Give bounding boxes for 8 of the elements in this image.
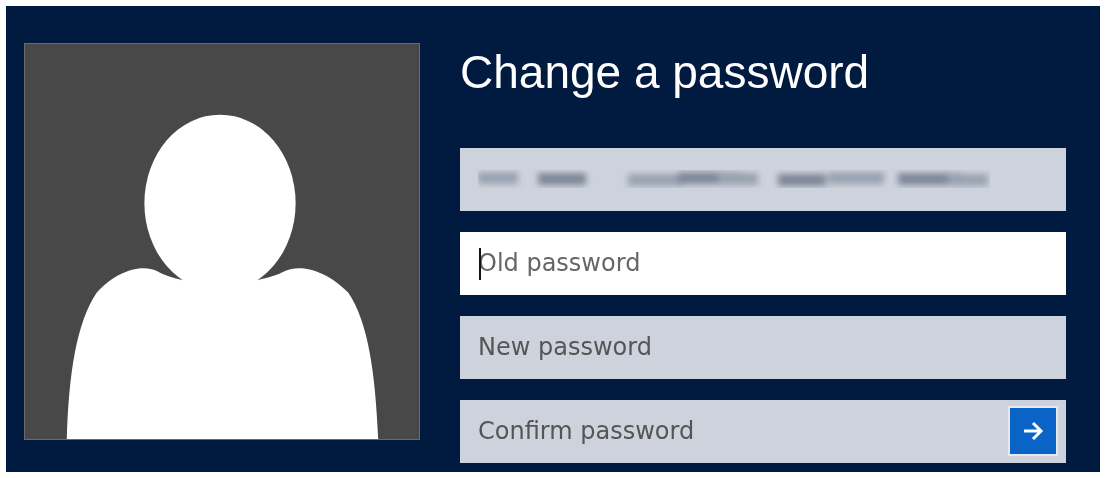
password-field[interactable]: New password [460, 315, 1066, 379]
username-field[interactable] [460, 147, 1066, 211]
arrow-right-icon [1022, 420, 1044, 441]
submit-button[interactable] [1008, 405, 1058, 456]
text-cursor [479, 247, 481, 280]
page-title: Change a password [460, 47, 870, 98]
password-field[interactable]: Confirm password [460, 399, 1066, 463]
password-field[interactable]: Old password [460, 231, 1066, 295]
